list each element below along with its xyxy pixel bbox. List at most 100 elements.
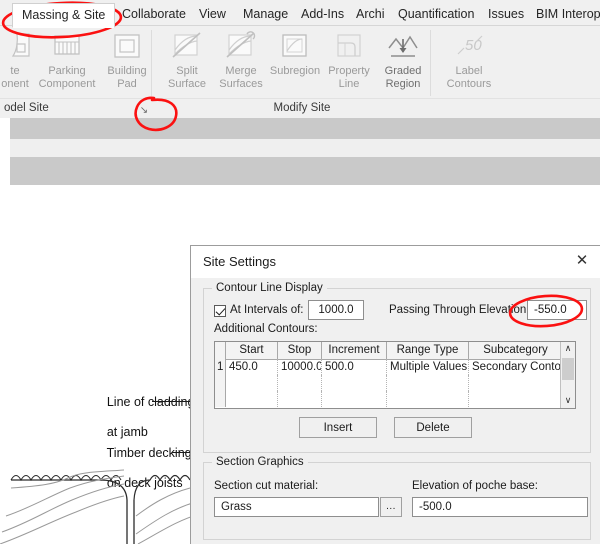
dialog-title-bar[interactable]: Site Settings ✕ (191, 246, 600, 278)
table-scrollbar[interactable]: ∧ ∨ (560, 342, 575, 408)
at-intervals-checkbox[interactable] (214, 305, 226, 317)
tab-add-ins[interactable]: Add-Ins (292, 4, 353, 26)
table-cell-row-number: 1 (215, 359, 226, 375)
row-number-header (215, 342, 226, 359)
section-cut-material-input[interactable]: Grass (214, 497, 379, 517)
table-cell-range-type[interactable]: Multiple Values (387, 359, 469, 375)
building-pad-icon (107, 30, 147, 64)
table-header-row: Start Stop Increment Range Type Subcateg… (215, 342, 575, 360)
delete-button[interactable]: Delete (394, 417, 472, 438)
close-icon[interactable]: ✕ (563, 246, 600, 276)
ribbon-panels: te onent Parking Component Building Pad … (0, 26, 600, 118)
table-header-range-type[interactable]: Range Type (387, 342, 469, 359)
table-row-empty[interactable] (215, 391, 575, 407)
tab-massing-and-site[interactable]: Massing & Site (12, 3, 116, 28)
tab-label: Issues (488, 7, 525, 21)
tab-archi[interactable]: Archi (347, 4, 393, 26)
tab-issues[interactable]: Issues (479, 4, 533, 26)
at-intervals-value: 1000.0 (318, 304, 354, 316)
table-cell-increment[interactable] (322, 375, 387, 391)
additional-contours-label: Additional Contours: (214, 323, 318, 335)
table-cell-subcategory[interactable]: Secondary Contours (469, 359, 562, 375)
command-label-line2: Contours (446, 77, 492, 90)
command-property-line[interactable]: Property Line (318, 28, 380, 98)
table-cell-stop[interactable] (278, 391, 322, 407)
tab-label: Archi (356, 7, 385, 21)
command-label-contours[interactable]: 50 Label Contours (438, 28, 500, 98)
command-label-line2: Pad (117, 77, 137, 90)
tab-view[interactable]: View (190, 4, 235, 26)
tab-quantification[interactable]: Quantification (389, 4, 483, 26)
section-graphics-group: Section Graphics Section cut material: G… (203, 456, 591, 540)
command-label-line2: Surfaces (219, 77, 263, 90)
panel-separator (430, 30, 431, 96)
merge-surfaces-icon (221, 30, 261, 64)
contour-line-display-group: Contour Line Display At Intervals of: 10… (203, 282, 591, 453)
tab-label: View (199, 7, 226, 21)
tab-collaborate[interactable]: Collaborate (113, 4, 195, 26)
command-label-line1: Property (328, 65, 370, 77)
tab-manage[interactable]: Manage (234, 4, 297, 26)
table-cell-subcategory[interactable] (469, 375, 562, 391)
tab-label: Quantification (398, 7, 475, 21)
table-cell-stop[interactable]: 10000.0 (278, 359, 322, 375)
elevation-of-poche-base-label: Elevation of poche base: (412, 480, 538, 492)
at-intervals-input[interactable]: 1000.0 (308, 300, 364, 320)
command-label-line1: Label (455, 65, 483, 77)
scroll-down-icon[interactable]: ∨ (561, 394, 575, 408)
section-graphics-label: Section Graphics (212, 456, 308, 468)
panel-model-site: te onent Parking Component Building Pad … (0, 26, 152, 118)
tab-label: Collaborate (122, 7, 186, 21)
property-line-icon (329, 30, 369, 64)
split-surface-icon (167, 30, 207, 64)
passing-through-elevation-input[interactable]: -550.0 (527, 300, 587, 320)
options-bar-middle (10, 139, 600, 157)
scrollbar-thumb[interactable] (562, 358, 574, 380)
table-cell-stop[interactable] (278, 375, 322, 391)
table-header-stop[interactable]: Stop (278, 342, 322, 359)
command-split-surface[interactable]: Split Surface (156, 28, 218, 98)
tab-bim-interoperability[interactable]: BIM Interoperab (527, 4, 600, 26)
command-graded-region[interactable]: Graded Region (372, 28, 434, 98)
elevation-of-poche-base-value: -500.0 (419, 501, 452, 513)
table-cell-increment[interactable] (322, 391, 387, 407)
table-cell-range-type[interactable] (387, 391, 469, 407)
section-cut-material-value: Grass (221, 501, 252, 513)
additional-contours-table[interactable]: Start Stop Increment Range Type Subcateg… (214, 341, 576, 409)
table-row-empty[interactable] (215, 375, 575, 391)
site-component-icon (0, 30, 35, 64)
scroll-up-icon[interactable]: ∧ (561, 342, 575, 356)
command-subregion[interactable]: Subregion (264, 28, 326, 98)
table-cell-increment[interactable]: 500.0 (322, 359, 387, 375)
table-cell-range-type[interactable] (387, 375, 469, 391)
ribbon: Massing & Site Collaborate View Manage A… (0, 0, 600, 118)
command-label-line2: Region (385, 77, 421, 90)
command-label-line2: Component (38, 77, 96, 90)
table-header-subcategory[interactable]: Subcategory (469, 342, 562, 359)
panel-model-site-dialog-launcher[interactable]: ↘ (137, 103, 151, 117)
table-cell-start[interactable] (226, 391, 278, 407)
command-merge-surfaces[interactable]: Merge Surfaces (210, 28, 272, 98)
section-cut-material-browse-button[interactable]: ... (380, 497, 402, 517)
panel-model-site-body: te onent Parking Component Building Pad (0, 26, 152, 98)
table-header-start[interactable]: Start (226, 342, 278, 359)
command-building-pad[interactable]: Building Pad (96, 28, 158, 98)
table-cell-subcategory[interactable] (469, 391, 562, 407)
site-settings-dialog[interactable]: Site Settings ✕ Contour Line Display At … (190, 245, 600, 544)
elevation-of-poche-base-input[interactable]: -500.0 (412, 497, 588, 517)
command-label-line1: Building (107, 65, 147, 77)
command-label-line2: Surface (168, 77, 206, 90)
table-cell-start[interactable]: 450.0 (226, 359, 278, 375)
command-parking-component[interactable]: Parking Component (36, 28, 98, 98)
tab-label: Massing & Site (22, 8, 106, 22)
command-label-line1: Parking (48, 65, 86, 77)
table-cell-start[interactable] (226, 375, 278, 391)
insert-button[interactable]: Insert (299, 417, 377, 438)
graded-region-icon (383, 30, 423, 64)
table-header-increment[interactable]: Increment (322, 342, 387, 359)
panel-modify-site-body: Split Surface Merge Surfaces Subregion P… (152, 26, 600, 98)
subregion-icon (275, 30, 315, 64)
table-row[interactable]: 1 450.0 10000.0 500.0 Multiple Values Se… (215, 359, 575, 375)
command-label-line2: Line (338, 77, 360, 90)
table-cell-row-number (215, 375, 226, 391)
